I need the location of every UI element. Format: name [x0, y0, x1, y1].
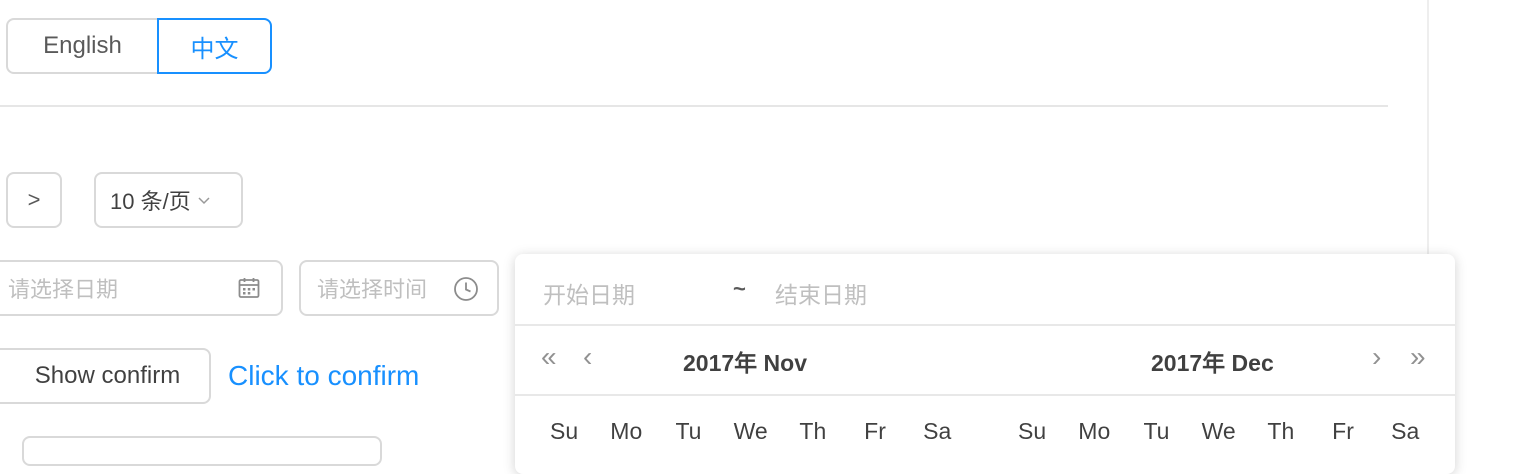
- page-size-value: 10 条/页: [110, 189, 191, 214]
- weekday-label: Th: [1267, 418, 1295, 444]
- range-input-header: 开始日期 ~ 结束日期: [515, 254, 1455, 326]
- next-page-button[interactable]: >: [6, 172, 62, 228]
- weekday-label: Sa: [923, 418, 952, 444]
- partial-input[interactable]: [22, 436, 382, 466]
- section-divider: [0, 105, 1388, 107]
- date-picker-input[interactable]: 请选择日期: [0, 260, 283, 316]
- language-switch: English 中文: [6, 18, 272, 74]
- chevron-down-icon: [198, 197, 210, 205]
- chinese-button[interactable]: 中文: [157, 18, 272, 74]
- start-date-input[interactable]: 开始日期: [543, 276, 635, 310]
- weekday-label: We: [733, 418, 768, 444]
- english-button[interactable]: English: [6, 18, 157, 74]
- click-to-confirm-link[interactable]: Click to confirm: [228, 356, 419, 396]
- prev-month-button[interactable]: ‹: [583, 342, 592, 372]
- weekday-label: Mo: [610, 418, 643, 444]
- weekday-label: We: [1201, 418, 1236, 444]
- date-range-dropdown: 开始日期 ~ 结束日期 « ‹ 2017年 Nov 2017年 Dec › » …: [515, 254, 1455, 474]
- calendar-icon: [238, 278, 260, 298]
- next-page-label: >: [27, 187, 41, 212]
- date-placeholder: 请选择日期: [8, 277, 119, 302]
- weekday-label: Tu: [1143, 418, 1170, 444]
- left-month-title[interactable]: 2017年 Nov: [683, 344, 807, 378]
- weekday-label: Tu: [675, 418, 702, 444]
- next-year-button[interactable]: »: [1410, 342, 1426, 372]
- weekday-label: Su: [1018, 418, 1047, 444]
- prev-year-button[interactable]: «: [541, 342, 557, 372]
- weekday-label: Fr: [1332, 418, 1354, 444]
- calendar-header: « ‹ 2017年 Nov 2017年 Dec › »: [515, 324, 1455, 396]
- range-separator: ~: [733, 276, 746, 301]
- clock-icon: [454, 277, 478, 301]
- right-month-title[interactable]: 2017年 Dec: [1151, 344, 1274, 378]
- time-placeholder: 请选择时间: [317, 277, 428, 302]
- end-date-input[interactable]: 结束日期: [775, 276, 867, 310]
- next-month-button[interactable]: ›: [1372, 342, 1381, 372]
- left-weekday-row: Su Mo Tu We Th Fr Sa: [533, 418, 968, 445]
- weekday-label: Mo: [1078, 418, 1111, 444]
- weekday-label: Fr: [864, 418, 886, 444]
- show-confirm-button[interactable]: Show confirm: [0, 348, 211, 404]
- weekday-label: Su: [550, 418, 579, 444]
- right-weekday-row: Su Mo Tu We Th Fr Sa: [1001, 418, 1436, 445]
- time-picker-input[interactable]: 请选择时间: [299, 260, 499, 316]
- page-size-select[interactable]: 10 条/页: [94, 172, 243, 228]
- weekday-label: Th: [799, 418, 827, 444]
- weekday-label: Sa: [1391, 418, 1420, 444]
